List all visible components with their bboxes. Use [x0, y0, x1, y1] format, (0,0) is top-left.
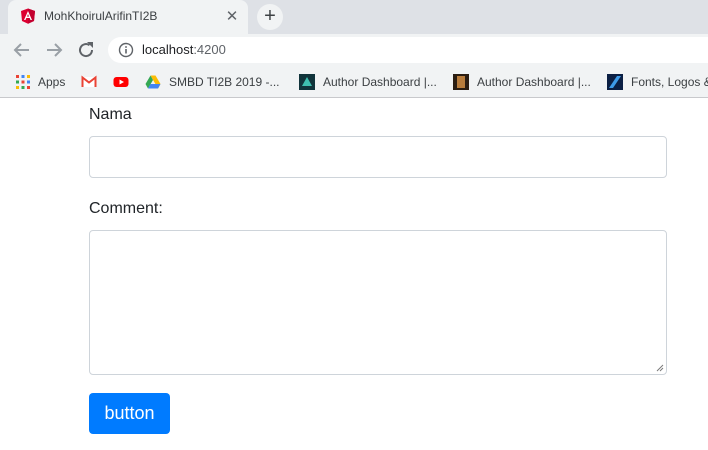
nama-label: Nama [89, 106, 132, 123]
tab-title: MohKhoirulArifinTI2B [44, 9, 158, 23]
bookmark-label: Author Dashboard |... [323, 75, 437, 89]
bookmark-label: SMBD TI2B 2019 -... [169, 75, 280, 89]
bookmark-label: Fonts, Logos & [631, 75, 708, 89]
comment-textarea[interactable] [89, 230, 667, 375]
info-icon[interactable] [118, 42, 134, 58]
bookmark-youtube[interactable] [113, 66, 137, 98]
gmail-icon [81, 75, 97, 87]
submit-button[interactable]: button [89, 393, 170, 434]
browser-tab[interactable]: MohKhoirulArifinTI2B ✕ [8, 0, 248, 34]
reload-icon[interactable] [74, 38, 98, 62]
bookmark-author-dashboard-2[interactable]: Author Dashboard |... [453, 66, 591, 98]
forward-arrow-icon[interactable] [42, 38, 66, 62]
author-dashboard-icon [453, 74, 469, 90]
browser-window: MohKhoirulArifinTI2B ✕ + localhost:4200 [0, 0, 708, 450]
youtube-icon [113, 77, 129, 87]
url-host: localhost [142, 42, 194, 57]
bookmarks-bar: Apps SMBD TI2B 2019 -... Author Dashboar… [0, 66, 708, 98]
fonts-logos-icon [607, 74, 623, 90]
bookmark-label: Apps [38, 75, 66, 89]
nama-input[interactable] [89, 136, 667, 178]
google-drive-icon [145, 75, 161, 89]
angular-logo-icon [21, 8, 35, 24]
url-text[interactable]: localhost:4200 [142, 42, 226, 57]
close-tab-icon[interactable]: ✕ [224, 9, 240, 25]
page-content: Nama Comment: button [0, 99, 708, 450]
bookmark-apps[interactable]: Apps [15, 66, 65, 98]
resize-grip-icon[interactable] [656, 364, 664, 372]
bookmark-gmail[interactable] [81, 66, 105, 98]
url-port: :4200 [193, 42, 226, 57]
new-tab-button[interactable]: + [257, 4, 283, 30]
tab-strip: MohKhoirulArifinTI2B ✕ + [0, 0, 708, 34]
comment-label: Comment: [89, 200, 163, 217]
bookmark-author-dashboard-1[interactable]: Author Dashboard |... [299, 66, 437, 98]
author-dashboard-icon [299, 74, 315, 90]
back-arrow-icon[interactable] [10, 38, 34, 62]
bookmark-fonts-logos[interactable]: Fonts, Logos & [607, 66, 708, 98]
address-bar[interactable]: localhost:4200 [108, 37, 708, 63]
bookmark-label: Author Dashboard |... [477, 75, 591, 89]
bookmark-smbd[interactable]: SMBD TI2B 2019 -... [145, 66, 280, 98]
apps-grid-icon [16, 75, 30, 89]
